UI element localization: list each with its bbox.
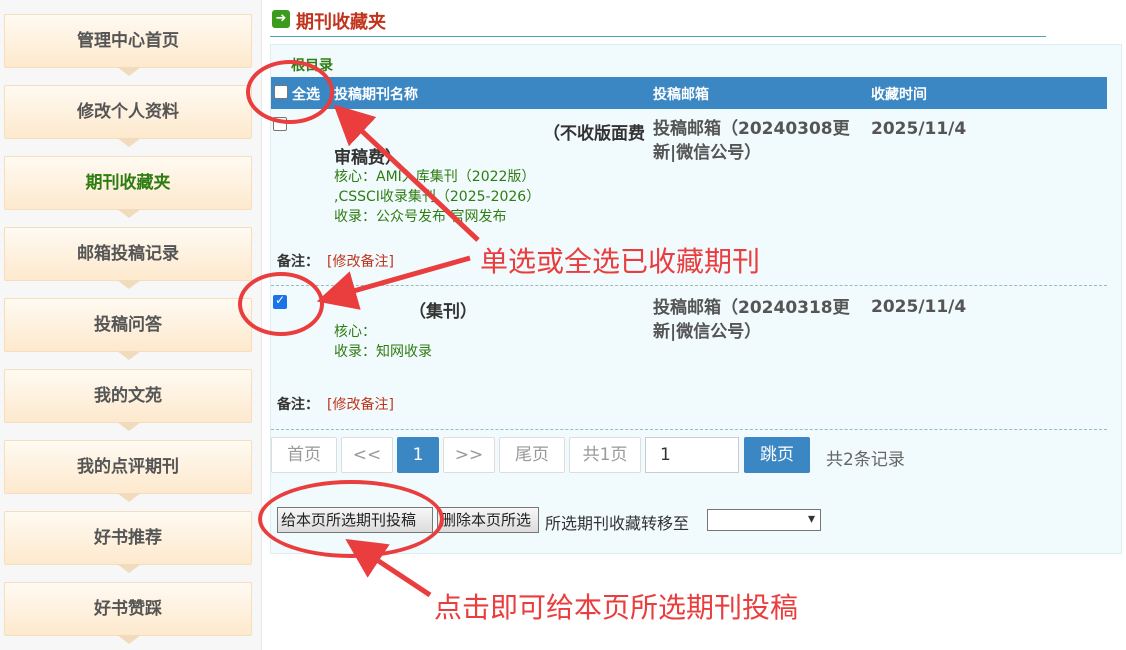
total-pages: 共1页	[569, 437, 641, 473]
page-title: 期刊收藏夹	[296, 12, 386, 33]
journal-tag: 收录：知网收录	[334, 344, 432, 360]
sidebar-item-book-recommend[interactable]: 好书推荐	[4, 511, 252, 573]
sidebar: 管理中心首页 修改个人资料 期刊收藏夹 邮箱投稿记录 投稿问答 我的文苑 我的点…	[0, 0, 262, 650]
next-page-button[interactable]: >>	[443, 437, 495, 473]
sidebar-item-submission-records[interactable]: 邮箱投稿记录	[4, 227, 252, 289]
journal-tag: 核心：AMI入库集刊（2022版）	[334, 169, 536, 185]
arrow-right-icon: ➜	[272, 10, 290, 28]
row-divider	[271, 429, 1107, 430]
current-page-button[interactable]: 1	[397, 437, 439, 473]
sidebar-item-home[interactable]: 管理中心首页	[4, 14, 252, 76]
row-divider	[271, 285, 1107, 286]
sidebar-item-profile[interactable]: 修改个人资料	[4, 85, 252, 147]
annotation-circle-checkbox	[238, 272, 324, 336]
move-to-label: 所选期刊收藏转移至	[545, 514, 690, 533]
favorite-time: 2025/11/4	[871, 119, 967, 139]
delete-selected-button[interactable]: 删除本页所选	[437, 507, 539, 533]
favorites-panel: 根目录 全选 投稿期刊名称 投稿邮箱 收藏时间 （不收版面费 审稿费） 核心：A…	[270, 44, 1122, 554]
edit-note-link[interactable]: [修改备注]	[327, 394, 394, 414]
sidebar-item-my-articles[interactable]: 我的文苑	[4, 369, 252, 431]
col-time: 收藏时间	[871, 87, 927, 103]
annotation-submit-hint: 点击即可给本页所选期刊投稿	[434, 591, 799, 624]
journal-tag: 收录：公众号发布 官网发布	[334, 209, 507, 225]
journal-name-line2[interactable]: 审稿费）	[334, 143, 402, 168]
edit-note-link[interactable]: [修改备注]	[327, 251, 394, 271]
journal-tag: 核心：	[334, 324, 376, 340]
first-page-button[interactable]: 首页	[271, 437, 337, 473]
annotation-circle-submit	[258, 480, 444, 558]
sidebar-item-my-reviews[interactable]: 我的点评期刊	[4, 440, 252, 502]
title-divider	[270, 36, 1046, 37]
last-page-button[interactable]: 尾页	[499, 437, 565, 473]
col-journal-name: 投稿期刊名称	[334, 87, 418, 103]
journal-email[interactable]: 投稿邮箱（20240318更新|微信公号）	[653, 296, 853, 344]
total-records: 共2条记录	[826, 450, 905, 470]
sidebar-item-favorites[interactable]: 期刊收藏夹	[4, 156, 252, 218]
annotation-circle-select-all	[246, 60, 334, 124]
journal-email[interactable]: 投稿邮箱（20240308更新|微信公号）	[653, 117, 853, 165]
note-label: 备注：	[277, 254, 319, 270]
jump-page-button[interactable]: 跳页	[744, 437, 810, 473]
move-to-folder-select[interactable]	[707, 509, 821, 531]
sidebar-item-qa[interactable]: 投稿问答	[4, 298, 252, 360]
col-email: 投稿邮箱	[653, 87, 709, 103]
journal-tag: ,CSSCI收录集刊（2025-2026）	[334, 189, 541, 205]
sidebar-item-book-vote[interactable]: 好书赞踩	[4, 582, 252, 644]
journal-name[interactable]: （不收版面费	[543, 119, 645, 144]
favorite-time: 2025/11/4	[871, 297, 967, 317]
note-label: 备注：	[277, 397, 319, 413]
page-number-input[interactable]: 1	[645, 437, 739, 473]
table-header: 全选 投稿期刊名称 投稿邮箱 收藏时间	[271, 77, 1107, 109]
annotation-select-hint: 单选或全选已收藏期刊	[480, 245, 761, 278]
prev-page-button[interactable]: <<	[341, 437, 393, 473]
journal-name[interactable]: （集刊）	[409, 297, 477, 322]
